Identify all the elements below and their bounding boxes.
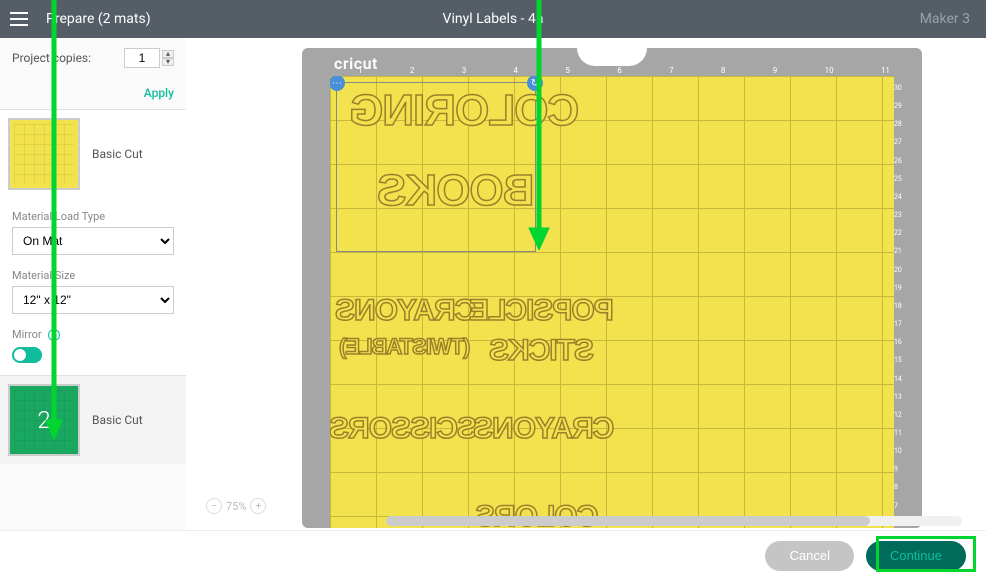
bottom-bar: Cancel Continue	[0, 530, 986, 580]
cut-text[interactable]: BOOKS	[378, 166, 534, 216]
cancel-button[interactable]: Cancel	[765, 541, 853, 571]
horizontal-scrollbar[interactable]	[386, 516, 962, 526]
zoom-in-button[interactable]: +	[250, 498, 266, 514]
zoom-level: 75%	[226, 500, 246, 513]
mat-surface[interactable]: ⋯ ↻ COLORING BOOKS CRAYONS (TWISTABLE) P…	[330, 76, 894, 528]
mat-tile-2[interactable]: 2 Basic Cut	[0, 375, 186, 464]
mirror-label: Mirror	[12, 328, 42, 341]
device-label: Maker 3	[920, 11, 970, 27]
ruler-horizontal: 1234567891011	[358, 66, 890, 76]
mat-size-label: Material Size	[12, 269, 174, 282]
menu-icon[interactable]	[0, 0, 38, 38]
mat-size-select[interactable]: 12" x 12"	[12, 286, 174, 314]
apply-button[interactable]: Apply	[144, 86, 174, 100]
cut-text[interactable]: (TWISTABLE)	[340, 334, 470, 360]
mat-label-1: Basic Cut	[92, 147, 143, 161]
ruler-vertical-right: 3029282726252423222120191817161514131211…	[894, 84, 906, 528]
mat-tile-1[interactable]: Basic Cut	[0, 109, 186, 198]
load-type-label: Material Load Type	[12, 210, 174, 223]
cut-text[interactable]: STICKS	[490, 334, 594, 368]
cut-text[interactable]: CRAYONS	[474, 412, 614, 446]
top-bar: Prepare (2 mats) Vinyl Labels - 4a Maker…	[0, 0, 986, 38]
copies-label: Project copies:	[12, 51, 124, 65]
cut-text[interactable]: POPSICLE	[470, 294, 614, 328]
mat-tab-icon	[577, 48, 647, 66]
stepper-down-icon[interactable]: ▾	[162, 58, 174, 66]
canvas-area: − 75% + cricut 1234567891011 12345678910…	[186, 38, 986, 530]
cut-text[interactable]: SCISSORS	[330, 412, 477, 446]
copies-input[interactable]	[124, 48, 160, 68]
mat-label-2: Basic Cut	[92, 413, 143, 427]
zoom-out-button[interactable]: −	[206, 498, 222, 514]
mirror-toggle[interactable]	[12, 347, 42, 363]
zoom-control: − 75% +	[206, 498, 266, 514]
mat-preview: cricut 1234567891011 12345678910 3029282…	[302, 48, 922, 528]
continue-button[interactable]: Continue	[866, 541, 966, 571]
load-type-select[interactable]: On Mat	[12, 227, 174, 255]
handle-move-icon[interactable]: ⋯	[330, 76, 345, 91]
sidebar: Project copies: ▴ ▾ Apply Basic Cut Mate…	[0, 38, 186, 530]
copies-stepper[interactable]: ▴ ▾	[162, 50, 174, 66]
cut-text[interactable]: CRAYONS	[336, 294, 476, 328]
